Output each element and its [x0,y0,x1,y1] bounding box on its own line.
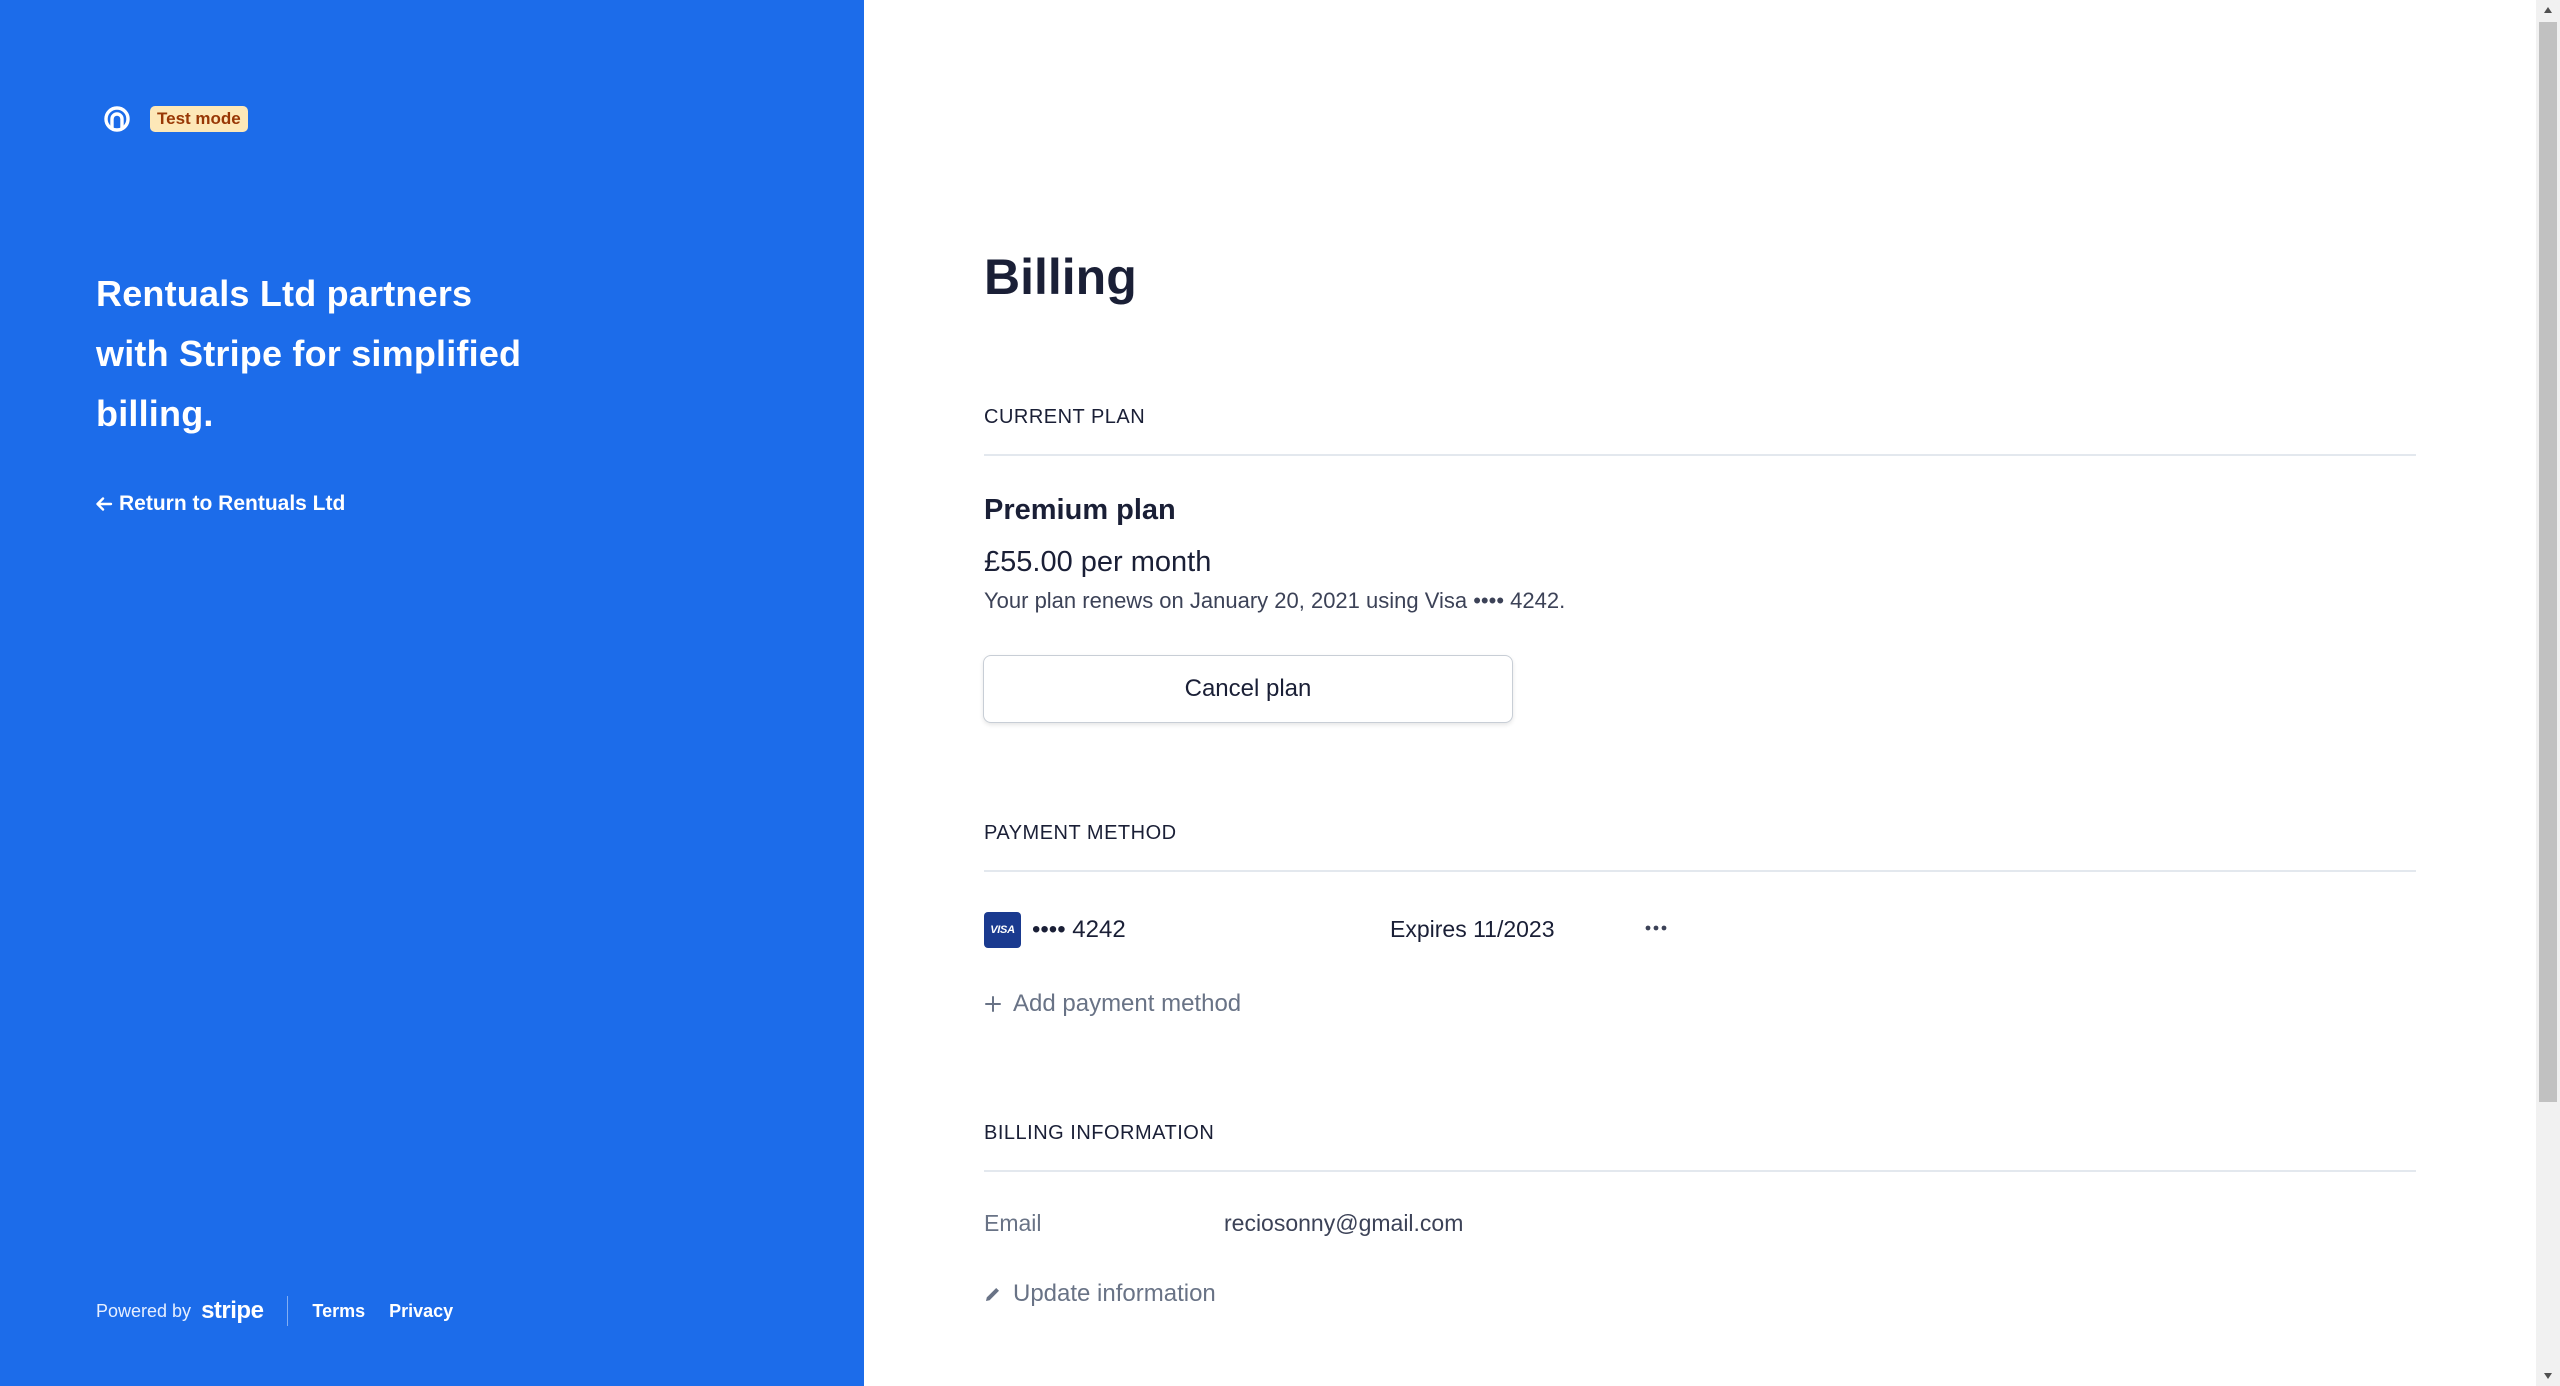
payment-method-divider [984,870,2416,872]
logo-row: Test mode [100,102,248,136]
rentuals-logo-icon [104,106,130,132]
add-payment-method-label: Add payment method [1013,990,1242,1017]
email-label: Email [984,1210,1042,1236]
payment-method-heading: PAYMENT METHOD [984,822,1177,844]
scroll-down-icon[interactable] [2536,1366,2560,1386]
privacy-link[interactable]: Privacy [389,1301,453,1322]
update-information-button[interactable]: Update information [984,1280,1216,1308]
billing-portal: Test mode Rentuals Ltd partners with Str… [0,0,2560,1386]
current-plan-heading: CURRENT PLAN [984,406,1146,428]
plus-icon [984,995,1002,1013]
brand-panel: Test mode Rentuals Ltd partners with Str… [0,0,864,1386]
visa-card-icon: VISA [984,912,1021,948]
page-scrollbar[interactable] [2536,0,2560,1386]
return-link-label: Return to Rentuals Ltd [119,492,346,515]
billing-information-heading: BILLING INFORMATION [984,1122,1215,1144]
more-options-icon[interactable] [1638,910,1674,946]
stripe-logo[interactable]: stripe [201,1297,264,1325]
scrollbar-thumb[interactable] [2539,22,2557,1102]
scroll-up-icon[interactable] [2536,0,2560,20]
plan-renewal-text: Your plan renews on January 20, 2021 usi… [984,588,1566,613]
return-link[interactable]: Return to Rentuals Ltd [95,492,345,516]
plan-price: £55.00 per month [984,546,1212,578]
email-value: reciosonny@gmail.com [1224,1210,1464,1236]
add-payment-method-button[interactable]: Add payment method [984,990,1241,1018]
plan-name: Premium plan [984,494,1176,526]
update-information-label: Update information [1013,1280,1216,1307]
arrow-left-icon [95,495,113,513]
pencil-icon [984,1285,1002,1303]
footer-divider [287,1296,289,1326]
card-last4: •••• 4242 [1032,916,1126,943]
current-plan-divider [984,454,2416,456]
brand-footer: Powered by stripe Terms Privacy [96,1296,477,1326]
billing-information-divider [984,1170,2416,1172]
test-mode-badge: Test mode [150,106,248,132]
cancel-plan-button[interactable]: Cancel plan [983,655,1513,723]
page-title: Billing [984,249,1137,305]
powered-by-text: Powered by [96,1300,192,1321]
payment-method-row: VISA •••• 4242 Expires 11/2023 [984,910,1684,950]
card-expiry: Expires 11/2023 [1390,916,1555,942]
brand-headline: Rentuals Ltd partners with Stripe for si… [96,273,522,434]
terms-link[interactable]: Terms [312,1301,365,1322]
